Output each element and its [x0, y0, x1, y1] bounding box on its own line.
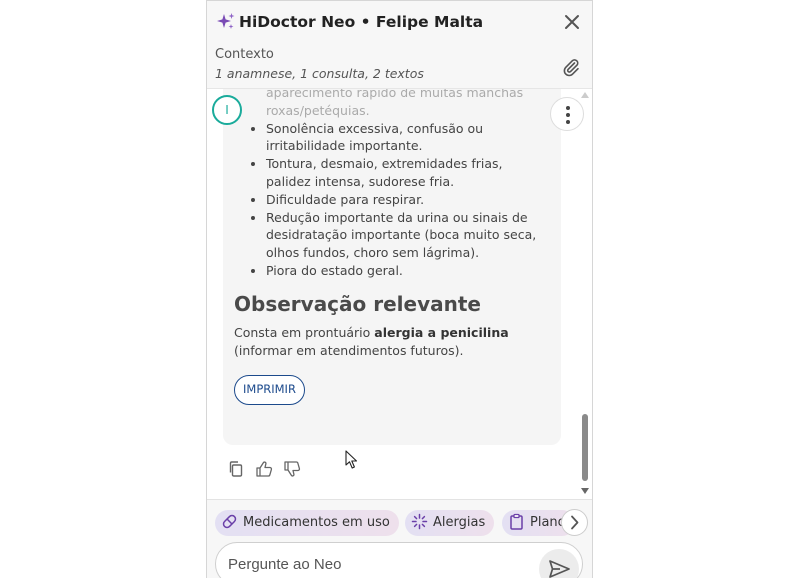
chip-label: Medicamentos em uso	[243, 515, 390, 530]
allergy-highlight: alergia a penicilina	[374, 325, 509, 340]
sparkle-icon	[217, 13, 235, 29]
copy-icon[interactable]	[227, 460, 245, 478]
pill-icon	[222, 514, 237, 529]
kebab-dot	[566, 120, 570, 124]
chat-title: HiDoctor Neo • Felipe Malta	[239, 13, 484, 31]
close-icon[interactable]	[563, 13, 581, 31]
context-label: Contexto	[215, 47, 274, 62]
scroll-up-arrow-icon[interactable]	[581, 92, 589, 98]
chip-alergias[interactable]: Alergias	[405, 510, 495, 536]
assistant-message-content: Sangramento (nariz, gengiva, vômitos com…	[234, 89, 549, 405]
list-item: Dificuldade para respirar.	[266, 191, 549, 209]
scrollbar-thumb[interactable]	[582, 414, 588, 481]
scroll-down-arrow-icon[interactable]	[581, 488, 589, 494]
list-item: Sangramento (nariz, gengiva, vômitos com…	[266, 89, 549, 119]
send-icon	[549, 560, 570, 578]
ask-neo-field[interactable]	[215, 542, 583, 578]
chip-medicamentos[interactable]: Medicamentos em uso	[215, 510, 399, 536]
thumbs-down-icon[interactable]	[283, 460, 301, 478]
mouse-pointer-icon	[345, 450, 358, 469]
list-item: Sonolência excessiva, confusão ou irrita…	[266, 120, 549, 155]
context-summary: 1 anamnese, 1 consulta, 2 textos	[215, 66, 424, 81]
chat-scrollbar[interactable]	[579, 89, 591, 499]
avatar: I	[212, 95, 242, 125]
observation-suffix: (informar em atendimentos futuros).	[234, 342, 464, 358]
thumbs-up-icon[interactable]	[255, 460, 273, 478]
suggestion-chips: Medicamentos em uso Alergias Plano	[215, 510, 585, 536]
neo-chat-panel: HiDoctor Neo • Felipe Malta Contexto 1 a…	[206, 0, 593, 578]
warning-signs-list: Sangramento (nariz, gengiva, vômitos com…	[234, 89, 549, 279]
paperclip-icon[interactable]	[561, 57, 581, 77]
chip-label: Alergias	[433, 515, 486, 530]
clipboard-icon	[510, 513, 523, 530]
kebab-dot	[566, 113, 570, 117]
list-item: Tontura, desmaio, extremidades frias, pa…	[266, 155, 549, 190]
list-item: Piora do estado geral.	[266, 262, 549, 280]
sparkle-burst-icon	[411, 513, 428, 530]
composer-area: Medicamentos em uso Alergias Plano	[207, 499, 592, 578]
ask-neo-input[interactable]	[228, 551, 528, 577]
chips-next-button[interactable]	[561, 509, 588, 536]
chat-area[interactable]: Sangramento (nariz, gengiva, vômitos com…	[207, 89, 592, 499]
list-item: Redução importante da urina ou sinais de…	[266, 209, 549, 262]
chevron-right-icon	[571, 515, 579, 530]
print-button[interactable]: IMPRIMIR	[234, 375, 305, 405]
chat-header: HiDoctor Neo • Felipe Malta Contexto 1 a…	[207, 1, 592, 89]
send-button[interactable]	[539, 549, 579, 578]
kebab-dot	[566, 106, 570, 110]
observation-text: Consta em prontuário alergia a penicilin…	[234, 324, 549, 359]
observation-prefix: Consta em prontuário	[234, 325, 375, 340]
observation-heading: Observação relevante	[234, 292, 481, 316]
